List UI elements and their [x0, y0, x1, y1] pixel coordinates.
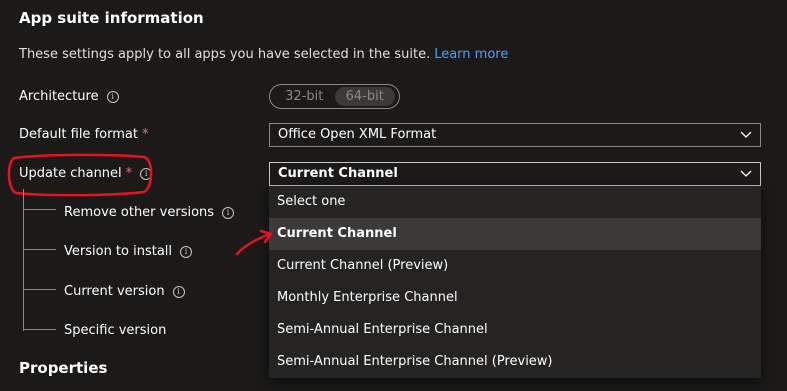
- listbox-option[interactable]: Monthly Enterprise Channel: [269, 282, 761, 314]
- annotation-arrow: [235, 229, 273, 256]
- architecture-label: Architecture: [19, 89, 99, 104]
- chevron-down-icon: [740, 131, 752, 138]
- section-title: App suite information: [19, 9, 204, 27]
- remove-other-versions-label: Remove other versions: [64, 205, 215, 220]
- description-text: These settings apply to all apps you hav…: [19, 47, 431, 62]
- chevron-up-icon: [740, 170, 752, 177]
- properties-title: Properties: [19, 359, 108, 377]
- current-version-label: Current version: [64, 284, 165, 299]
- annotation-circle: [7, 153, 153, 197]
- info-icon[interactable]: i: [106, 91, 119, 103]
- listbox-option-selected[interactable]: Current Channel: [269, 218, 761, 250]
- update-channel-listbox: Select one Current Channel Current Chann…: [269, 186, 761, 378]
- section-description: These settings apply to all apps you hav…: [19, 47, 508, 62]
- version-to-install-row: Version to install i: [64, 244, 193, 259]
- tree-branch: [23, 329, 56, 330]
- file-format-row: Default file format *: [19, 127, 148, 142]
- tree-branch: [23, 249, 56, 250]
- listbox-option[interactable]: Select one: [269, 186, 761, 218]
- file-format-label: Default file format: [19, 127, 138, 142]
- listbox-option[interactable]: Current Channel (Preview): [269, 250, 761, 282]
- file-format-dropdown[interactable]: Office Open XML Format: [269, 123, 761, 147]
- required-marker: *: [141, 127, 149, 142]
- architecture-option-32bit[interactable]: 32-bit: [274, 87, 335, 106]
- architecture-toggle[interactable]: 32-bit 64-bit: [269, 84, 400, 109]
- tree-branch: [23, 209, 56, 210]
- listbox-option[interactable]: Semi-Annual Enterprise Channel (Preview): [269, 346, 761, 378]
- file-format-value: Office Open XML Format: [278, 127, 437, 142]
- update-channel-dropdown[interactable]: Current Channel: [269, 162, 761, 186]
- update-channel-value: Current Channel: [278, 166, 398, 181]
- architecture-option-64bit[interactable]: 64-bit: [334, 87, 395, 106]
- tree-branch: [23, 289, 56, 290]
- specific-version-label: Specific version: [64, 323, 167, 338]
- version-to-install-label: Version to install: [64, 244, 173, 259]
- current-version-row: Current version i: [64, 284, 185, 299]
- architecture-row: Architecture i: [19, 89, 119, 104]
- info-icon[interactable]: i: [180, 246, 193, 258]
- info-icon[interactable]: i: [172, 286, 185, 298]
- info-icon[interactable]: i: [222, 207, 235, 219]
- learn-more-link[interactable]: Learn more: [434, 47, 508, 62]
- listbox-option[interactable]: Semi-Annual Enterprise Channel: [269, 314, 761, 346]
- remove-other-versions-row: Remove other versions i: [64, 205, 235, 220]
- tree-line: [23, 189, 24, 331]
